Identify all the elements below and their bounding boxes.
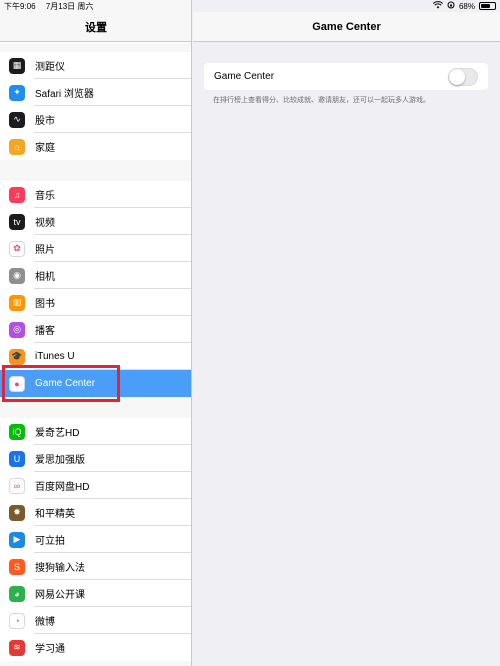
status-bar: 下午9:06 7月13日 周六 68% bbox=[0, 0, 500, 12]
battery-icon bbox=[479, 2, 496, 10]
sidebar-item-safari[interactable]: ✦ Safari 浏览器 bbox=[0, 79, 191, 106]
aisi-icon: U bbox=[9, 450, 25, 467]
sidebar-item-weibo[interactable]: ◔ 微博 bbox=[0, 607, 191, 634]
game-center-toggle[interactable] bbox=[448, 67, 478, 86]
clips-icon: ▶ bbox=[9, 531, 25, 548]
sidebar-item-label: 视频 bbox=[35, 218, 55, 229]
sidebar-item-label: 搜狗输入法 bbox=[35, 563, 85, 574]
sidebar-item-stocks[interactable]: ∿ 股市 bbox=[0, 106, 191, 133]
measure-icon: ▦ bbox=[9, 57, 25, 74]
sidebar-item-label: 家庭 bbox=[35, 143, 55, 154]
toggle-knob bbox=[449, 68, 465, 85]
sidebar-item-label: 播客 bbox=[35, 326, 55, 337]
game-center-description: 在排行榜上查看得分、比较成就、邀请朋友，还可以一起玩多人游戏。 bbox=[213, 97, 430, 104]
sidebar-item-home[interactable]: ⌂ 家庭 bbox=[0, 133, 191, 160]
sidebar-item-music[interactable]: ♫ 音乐 bbox=[0, 181, 191, 208]
baidu-netdisk-icon: ∞ bbox=[9, 477, 25, 494]
toggle-label: Game Center bbox=[214, 71, 275, 82]
home-icon: ⌂ bbox=[9, 138, 25, 155]
music-icon: ♫ bbox=[9, 186, 25, 203]
sidebar-item-xuexitong[interactable]: ≋ 学习通 bbox=[0, 634, 191, 661]
netease-open-icon: ◕ bbox=[9, 585, 25, 602]
sogou-icon: S bbox=[9, 558, 25, 575]
sidebar-item-peace-elite[interactable]: ✸ 和平精英 bbox=[0, 499, 191, 526]
iqiyi-icon: iQ bbox=[9, 423, 25, 440]
sidebar-item-iqiyi[interactable]: iQ 爱奇艺HD bbox=[0, 418, 191, 445]
game-center-toggle-row: Game Center bbox=[204, 63, 488, 90]
highlight-box bbox=[2, 365, 120, 402]
photos-icon: ✿ bbox=[9, 240, 25, 257]
status-left: 下午9:06 7月13日 周六 bbox=[4, 1, 101, 12]
stocks-icon: ∿ bbox=[9, 111, 25, 128]
sidebar-item-netease-open[interactable]: ◕ 网易公开课 bbox=[0, 580, 191, 607]
battery-percent: 68% bbox=[458, 1, 475, 11]
sidebar-item-label: 百度网盘HD bbox=[35, 482, 90, 493]
podcasts-icon: ◎ bbox=[9, 321, 25, 338]
tv-icon: tv bbox=[9, 213, 25, 230]
status-time: 下午9:06 bbox=[4, 1, 36, 11]
sidebar-item-label: 照片 bbox=[35, 245, 55, 256]
sidebar-item-label: 可立拍 bbox=[35, 536, 65, 547]
sidebar-item-clips[interactable]: ▶ 可立拍 bbox=[0, 526, 191, 553]
status-date: 7月13日 周六 bbox=[45, 1, 94, 11]
sidebar-item-podcasts[interactable]: ◎ 播客 bbox=[0, 316, 191, 343]
sidebar-title: 设置 bbox=[0, 12, 191, 42]
sidebar-item-baidu-netdisk[interactable]: ∞ 百度网盘HD bbox=[0, 472, 191, 499]
weibo-icon: ◔ bbox=[9, 612, 25, 629]
sidebar-group-3: iQ 爱奇艺HD U 爱思加强版 ∞ 百度网盘HD ✸ 和平精英 ▶ 可立拍 S 搜狗输入法 ◕ 网易公开… bbox=[0, 418, 191, 661]
sidebar-item-sogou[interactable]: S 搜狗输入法 bbox=[0, 553, 191, 580]
camera-icon: ◉ bbox=[9, 267, 25, 284]
sidebar-item-label: 网易公开课 bbox=[35, 590, 85, 601]
sidebar-item-aisi[interactable]: U 爱思加强版 bbox=[0, 445, 191, 472]
itunes-u-icon: 🎓 bbox=[9, 348, 25, 365]
sidebar-item-label: iTunes U bbox=[35, 351, 75, 362]
books-icon: ▥ bbox=[9, 294, 25, 311]
sidebar-item-label: 和平精英 bbox=[35, 509, 75, 520]
sidebar-item-tv[interactable]: tv 视频 bbox=[0, 208, 191, 235]
sidebar-item-label: 爱思加强版 bbox=[35, 455, 85, 466]
sidebar-item-photos[interactable]: ✿ 照片 bbox=[0, 235, 191, 262]
detail-pane: Game Center Game Center 在排行榜上查看得分、比较成就、邀… bbox=[193, 0, 500, 666]
sidebar-item-label: 测距仪 bbox=[35, 62, 65, 73]
sidebar-group-1: ▦ 测距仪 ✦ Safari 浏览器 ∿ 股市 ⌂ 家庭 bbox=[0, 52, 191, 160]
status-right: 68% bbox=[432, 1, 496, 11]
sidebar-item-label: 图书 bbox=[35, 299, 55, 310]
xuexitong-icon: ≋ bbox=[9, 639, 25, 656]
wifi-icon bbox=[432, 1, 444, 11]
sidebar-item-measure[interactable]: ▦ 测距仪 bbox=[0, 52, 191, 79]
settings-sidebar: 设置 电话 ▦测距仪✦Safari 浏览器∿股市⌂家庭 ♫音乐tv视频✿照片◉相… bbox=[0, 0, 192, 666]
sidebar-item-label: 学习通 bbox=[35, 644, 65, 655]
safari-icon: ✦ bbox=[9, 84, 25, 101]
sidebar-item-label: 相机 bbox=[35, 272, 55, 283]
sidebar-item-label: Safari 浏览器 bbox=[35, 89, 94, 100]
orientation-lock-icon bbox=[447, 1, 455, 11]
sidebar-item-label: 微博 bbox=[35, 617, 55, 628]
sidebar-item-books[interactable]: ▥ 图书 bbox=[0, 289, 191, 316]
peace-elite-icon: ✸ bbox=[9, 504, 25, 521]
detail-title: Game Center bbox=[193, 12, 500, 42]
sidebar-item-label: 爱奇艺HD bbox=[35, 428, 80, 439]
sidebar-item-label: 音乐 bbox=[35, 191, 55, 202]
sidebar-item-label: 股市 bbox=[35, 116, 55, 127]
sidebar-item-camera[interactable]: ◉ 相机 bbox=[0, 262, 191, 289]
